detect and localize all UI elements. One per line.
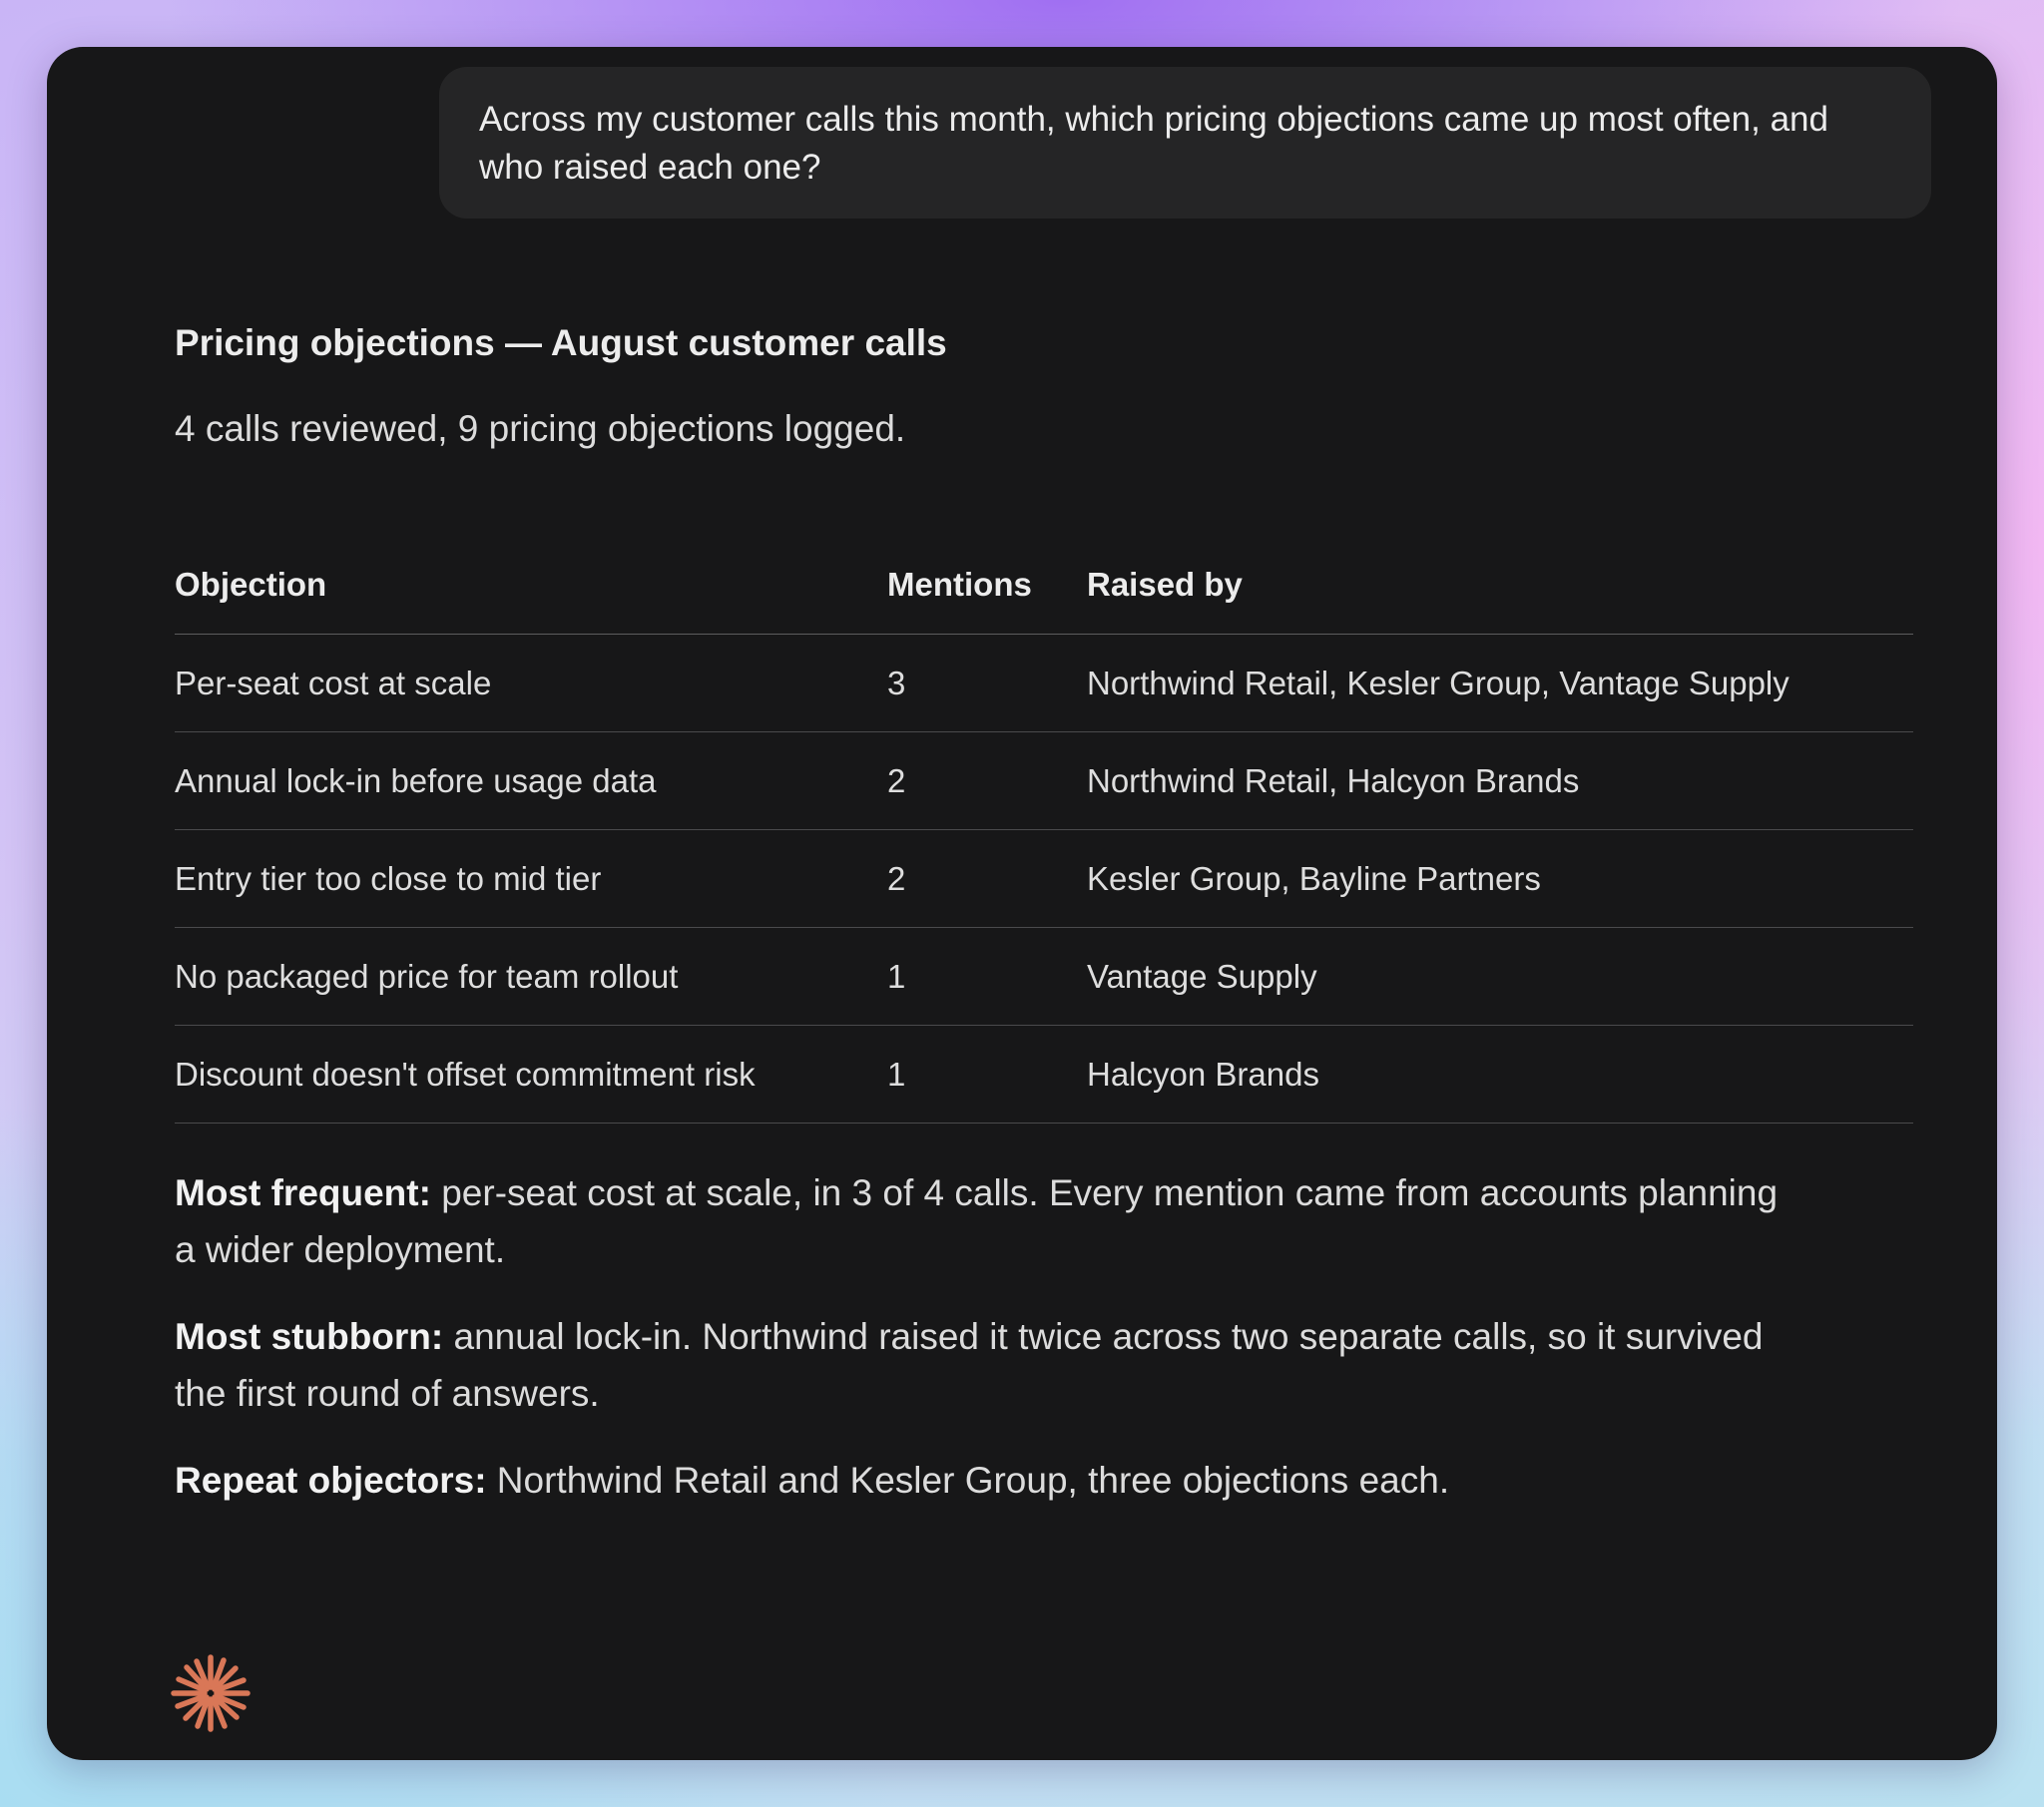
mentions-cell: 1 [887, 1055, 906, 1093]
table-row: Discount doesn't offset commitment risk … [175, 1026, 1913, 1124]
chat-window: Across my customer calls this month, whi… [47, 47, 1997, 1760]
note-most-stubborn: Most stubborn: annual lock-in. Northwind… [175, 1308, 1791, 1422]
note-label: Repeat objectors: [175, 1460, 487, 1501]
objection-cell: Annual lock-in before usage data [175, 761, 657, 799]
response-summary: 4 calls reviewed, 9 pricing objections l… [175, 408, 906, 449]
objection-cell: Per-seat cost at scale [175, 664, 492, 701]
raised-by-cell: Halcyon Brands [1087, 1055, 1319, 1093]
raised-by-cell: Kesler Group, Bayline Partners [1087, 859, 1541, 897]
user-message-bubble: Across my customer calls this month, whi… [439, 67, 1931, 219]
response-title: Pricing objections — August customer cal… [175, 322, 947, 363]
raised-by-cell: Northwind Retail, Halcyon Brands [1087, 761, 1580, 799]
objection-cell: No packaged price for team rollout [175, 957, 679, 995]
mentions-cell: 2 [887, 761, 906, 799]
note-most-frequent: Most frequent: per-seat cost at scale, i… [175, 1164, 1791, 1278]
column-header-objection: Objection [175, 566, 327, 603]
note-text: Northwind Retail and Kesler Group, three… [486, 1460, 1450, 1501]
column-header-raised-by: Raised by [1087, 566, 1243, 603]
mentions-cell: 1 [887, 957, 906, 995]
user-message-text: Across my customer calls this month, whi… [479, 100, 1828, 187]
table-row: No packaged price for team rollout 1 Van… [175, 928, 1913, 1026]
raised-by-cell: Northwind Retail, Kesler Group, Vantage … [1087, 664, 1789, 701]
table-row: Annual lock-in before usage data 2 North… [175, 732, 1913, 830]
sparkle-asterisk-icon [171, 1654, 251, 1732]
objection-cell: Discount doesn't offset commitment risk [175, 1055, 756, 1093]
mentions-cell: 3 [887, 664, 906, 701]
objection-cell: Entry tier too close to mid tier [175, 859, 602, 897]
note-label: Most frequent: [175, 1172, 431, 1213]
column-header-mentions: Mentions [887, 566, 1032, 603]
table-row: Entry tier too close to mid tier 2 Kesle… [175, 830, 1913, 928]
note-repeat-objectors: Repeat objectors: Northwind Retail and K… [175, 1452, 1791, 1509]
table-row: Per-seat cost at scale 3 Northwind Retai… [175, 635, 1913, 732]
raised-by-cell: Vantage Supply [1087, 957, 1317, 995]
table-header-row: Objection Mentions Raised by [175, 516, 1913, 635]
mentions-cell: 2 [887, 859, 906, 897]
objections-table: Objection Mentions Raised by Per-seat co… [175, 516, 1913, 1124]
response-notes: Most frequent: per-seat cost at scale, i… [175, 1164, 1791, 1539]
note-label: Most stubborn: [175, 1316, 444, 1357]
